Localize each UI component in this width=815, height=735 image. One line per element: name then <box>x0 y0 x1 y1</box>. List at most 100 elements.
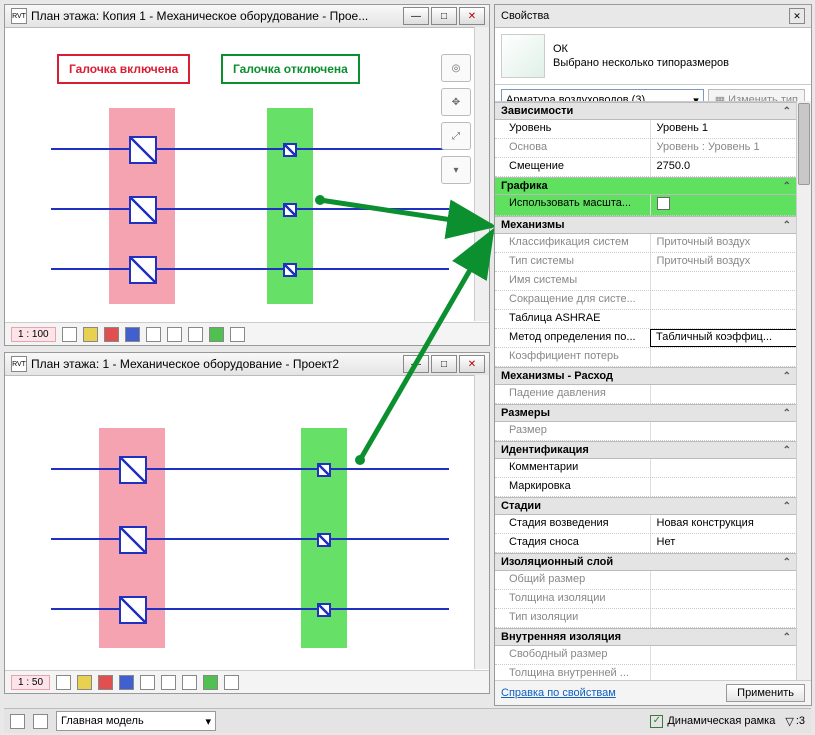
chevron-down-icon[interactable]: ▾ <box>441 156 471 184</box>
nav-wheel-icon[interactable]: ◎ <box>441 54 471 82</box>
property-row: Свободный размер <box>495 646 797 665</box>
property-group-header[interactable]: Размеры⌃ <box>495 404 797 422</box>
dynamic-frame-toggle[interactable]: ✓ Динамическая рамка <box>650 715 775 728</box>
property-row: Толщина изоляции <box>495 590 797 609</box>
collapse-icon: ⌃ <box>783 371 791 382</box>
scrollbar-v[interactable] <box>796 101 811 681</box>
property-row: Имя системы <box>495 272 797 291</box>
minimize-button[interactable]: — <box>403 7 429 25</box>
property-row: Тип системыПриточный воздух <box>495 253 797 272</box>
property-group-header[interactable]: Графика⌃ <box>495 177 797 195</box>
damper-symbol-large[interactable] <box>129 136 157 164</box>
property-row[interactable]: Маркировка <box>495 478 797 497</box>
property-group-header[interactable]: Механизмы - Расход⌃ <box>495 367 797 385</box>
property-row: Коэффициент потерь <box>495 348 797 367</box>
titlebar-bottom[interactable]: RVT План этажа: 1 - Механическое оборудо… <box>5 353 489 376</box>
zoom-icon[interactable]: ⤢ <box>441 122 471 150</box>
view-control-icons[interactable] <box>62 327 245 342</box>
property-group-header[interactable]: Зависимости⌃ <box>495 102 797 120</box>
canvas-bottom[interactable] <box>5 376 489 670</box>
damper-symbol-small[interactable] <box>317 603 331 617</box>
minimize-button[interactable]: — <box>403 355 429 373</box>
damper-symbol-small[interactable] <box>317 533 331 547</box>
property-row[interactable]: Комментарии <box>495 459 797 478</box>
collapse-icon: ⌃ <box>783 408 791 419</box>
selection-filter[interactable]: ▽ :3 <box>785 715 805 728</box>
property-row[interactable]: УровеньУровень 1 <box>495 120 797 139</box>
property-group-header[interactable]: Внутренняя изоляция⌃ <box>495 628 797 646</box>
rvt-icon: RVT <box>11 356 27 372</box>
property-row[interactable]: Стадия сносаНет <box>495 534 797 553</box>
property-row: Общий размер <box>495 571 797 590</box>
maximize-button[interactable]: □ <box>431 355 457 373</box>
rvt-icon: RVT <box>11 8 27 24</box>
scrollbar-v[interactable] <box>474 27 489 321</box>
canvas-top[interactable]: Галочка включена Галочка отключена ◎ ✥ ⤢… <box>5 28 489 322</box>
property-row: Толщина внутренней ... <box>495 665 797 681</box>
scale-box[interactable]: 1 : 50 <box>11 675 50 690</box>
damper-symbol-large[interactable] <box>129 196 157 224</box>
view-title-bottom: План этажа: 1 - Механическое оборудовани… <box>31 357 403 371</box>
property-row[interactable]: Метод определения по...Табличный коэффиц… <box>495 329 797 348</box>
property-row: Сокращение для систе... <box>495 291 797 310</box>
close-button[interactable]: ✕ <box>459 355 485 373</box>
view-window-top: RVT План этажа: Копия 1 - Механическое о… <box>4 4 490 346</box>
property-group-header[interactable]: Идентификация⌃ <box>495 441 797 459</box>
collapse-icon: ⌃ <box>783 501 791 512</box>
duct-line <box>51 268 449 270</box>
property-row: Тип изоляции <box>495 609 797 628</box>
type-thumbnail <box>501 34 545 78</box>
main-model-combo[interactable]: Главная модель▾ <box>56 711 216 731</box>
property-row: ОсноваУровень : Уровень 1 <box>495 139 797 158</box>
pan-icon[interactable]: ✥ <box>441 88 471 116</box>
property-row[interactable]: Использовать масшта... <box>495 195 797 216</box>
view-control-icons[interactable] <box>56 675 239 690</box>
damper-symbol-large[interactable] <box>119 526 147 554</box>
properties-title-text: Свойства <box>501 10 549 22</box>
close-icon[interactable]: ✕ <box>789 8 805 24</box>
collapse-icon: ⌃ <box>783 557 791 568</box>
property-row: Классификация системПриточный воздух <box>495 234 797 253</box>
status-subtext: Выбрано несколько типоразмеров <box>553 56 729 70</box>
collapse-icon: ⌃ <box>783 220 791 231</box>
collapse-icon: ⌃ <box>783 632 791 643</box>
checkbox-icon[interactable] <box>657 197 670 210</box>
damper-symbol-large[interactable] <box>119 456 147 484</box>
apply-button[interactable]: Применить <box>726 684 805 702</box>
properties-grid[interactable]: Зависимости⌃УровеньУровень 1ОсноваУровен… <box>495 101 797 681</box>
property-row[interactable]: Таблица ASHRAE <box>495 310 797 329</box>
scale-box[interactable]: 1 : 100 <box>11 327 56 342</box>
property-row[interactable]: Стадия возведенияНовая конструкция <box>495 515 797 534</box>
checkbox-checked-icon: ✓ <box>650 715 663 728</box>
maximize-button[interactable]: □ <box>431 7 457 25</box>
duct-line <box>51 608 449 610</box>
property-group-header[interactable]: Стадии⌃ <box>495 497 797 515</box>
duct-line <box>51 538 449 540</box>
properties-titlebar[interactable]: Свойства ✕ <box>495 5 811 28</box>
properties-panel: Свойства ✕ ОК Выбрано несколько типоразм… <box>494 4 812 706</box>
damper-symbol-small[interactable] <box>283 263 297 277</box>
property-group-header[interactable]: Механизмы⌃ <box>495 216 797 234</box>
design-options-icon[interactable] <box>33 714 48 729</box>
titlebar-top[interactable]: RVT План этажа: Копия 1 - Механическое о… <box>5 5 489 28</box>
collapse-icon: ⌃ <box>783 106 791 117</box>
filter-icon: ▽ <box>785 715 793 728</box>
collapse-icon: ⌃ <box>783 445 791 456</box>
damper-symbol-small[interactable] <box>283 143 297 157</box>
property-row[interactable]: Смещение2750.0 <box>495 158 797 177</box>
view-status-bottom: 1 : 50 <box>5 670 489 693</box>
damper-symbol-small[interactable] <box>317 463 331 477</box>
view-title-top: План этажа: Копия 1 - Механическое обору… <box>31 9 403 23</box>
damper-symbol-large[interactable] <box>119 596 147 624</box>
damper-symbol-large[interactable] <box>129 256 157 284</box>
damper-symbol-small[interactable] <box>283 203 297 217</box>
scrollbar-v[interactable] <box>474 375 489 669</box>
close-button[interactable]: ✕ <box>459 7 485 25</box>
property-group-header[interactable]: Изоляционный слой⌃ <box>495 553 797 571</box>
label-off: Галочка отключена <box>221 54 360 84</box>
duct-line <box>51 208 449 210</box>
chevron-down-icon: ▾ <box>205 715 211 728</box>
label-on: Галочка включена <box>57 54 190 84</box>
properties-help-link[interactable]: Справка по свойствам <box>501 687 616 699</box>
worksets-icon[interactable] <box>10 714 25 729</box>
